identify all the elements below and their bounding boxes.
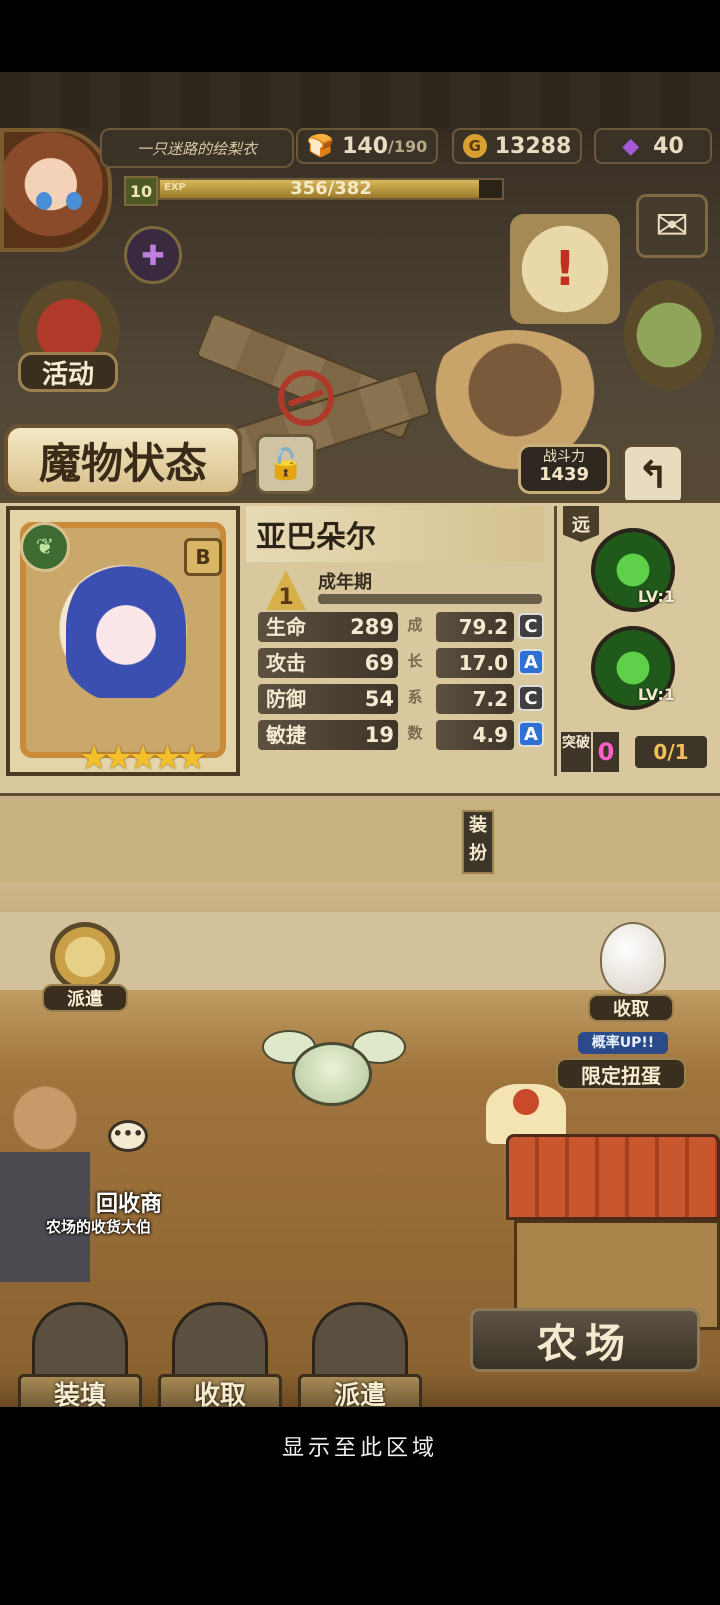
- stamina-value: 140: [342, 133, 389, 159]
- stat-value: 19: [364, 723, 394, 747]
- load-button[interactable]: 装填: [18, 1302, 142, 1407]
- collect-button[interactable]: 收取: [158, 1302, 282, 1407]
- stat-value: 289: [350, 615, 394, 639]
- activity-button[interactable]: 活动: [18, 352, 118, 392]
- display-area-hint: 显示至此区域: [281, 1436, 438, 1461]
- rank-badge: B: [184, 538, 222, 576]
- star-rating: ★★★★★: [78, 738, 207, 778]
- growth-value: 7.2: [436, 684, 514, 714]
- stat-row: 攻击 69 长 17.0 A: [258, 648, 544, 678]
- range-tag: 远: [563, 506, 599, 542]
- battle-power: 战斗力 1439: [518, 444, 610, 494]
- page-title: 魔物状态: [4, 424, 242, 496]
- stat-value: 69: [364, 651, 394, 675]
- bread-icon: 🍞: [306, 133, 335, 159]
- lock-icon: 🔓: [267, 446, 305, 482]
- merchant-name: 回收商: [96, 1192, 163, 1217]
- growth-label-char: 长: [407, 652, 423, 670]
- collect-shortcut-label: 收取: [588, 994, 674, 1022]
- merchant-figure: [0, 1082, 90, 1282]
- dispatch-shortcut-label: 派遣: [42, 984, 128, 1012]
- monster-card[interactable]: ★★★★★ ❦ B: [6, 506, 240, 778]
- exp-bar: EXP 356/382: [158, 178, 504, 200]
- equipment-strip: [0, 800, 720, 882]
- mail-button[interactable]: ✉: [636, 194, 708, 258]
- skill-1-icon[interactable]: LV:1: [591, 528, 675, 612]
- dispatch-button[interactable]: 派遣: [298, 1302, 422, 1407]
- growth-value: 79.2: [436, 612, 514, 642]
- stage-name: 成年期: [318, 572, 372, 593]
- collect-shortcut[interactable]: 收取: [588, 922, 674, 1022]
- top-wood-bar: [0, 72, 720, 128]
- stat-row: 生命 289 成 79.2 C: [258, 612, 544, 642]
- battle-power-value: 1439: [538, 464, 590, 485]
- exp-text: 356/382: [290, 178, 372, 199]
- stat-value: 54: [364, 687, 394, 711]
- load-button-label: 装填: [18, 1374, 142, 1407]
- breakthrough-row: 突破 0 0/1: [561, 732, 711, 772]
- growth-value: 4.9: [436, 720, 514, 750]
- envelope-icon: ✉: [655, 203, 689, 249]
- collect-button-label: 收取: [158, 1374, 282, 1407]
- growth-label-char: 数: [407, 724, 423, 742]
- quest-scroll-button[interactable]: !: [510, 214, 620, 324]
- bag-button[interactable]: [624, 280, 714, 390]
- player-avatar[interactable]: [0, 128, 112, 252]
- monster-portrait: [66, 558, 186, 698]
- stamina-counter: 🍞 140 /190: [296, 128, 438, 164]
- recycle-merchant[interactable]: ••• 回收商 农场的收货大伯: [0, 1082, 180, 1322]
- breakthrough-value: 0: [593, 732, 619, 772]
- breakthrough-count: 0/1: [635, 736, 707, 768]
- no-entry-icon: [278, 370, 334, 426]
- skill-1-level: LV:1: [637, 587, 675, 606]
- stamina-max: /190: [388, 136, 428, 156]
- dispatch-button-label: 派遣: [298, 1374, 422, 1407]
- exclamation-icon: !: [554, 241, 576, 297]
- buy-gem-button[interactable]: ✚: [124, 226, 182, 284]
- growth-grade-badge: C: [518, 685, 544, 711]
- player-level: 10: [124, 176, 158, 206]
- growth-value: 17.0: [436, 648, 514, 678]
- limited-gacha-label: 限定扭蛋: [556, 1058, 686, 1090]
- lock-button[interactable]: 🔓: [256, 434, 316, 494]
- growth-grade-badge: C: [518, 613, 544, 639]
- stat-row: 防御 54 系 7.2 C: [258, 684, 544, 714]
- rate-up-badge: 概率UP!!: [578, 1032, 668, 1054]
- speech-bubble-icon: •••: [108, 1120, 148, 1152]
- growth-label-char: 成: [407, 616, 423, 634]
- stage-progress-bar: [318, 594, 542, 604]
- gold-counter: G 13288: [452, 128, 582, 164]
- farm-tab-button[interactable]: 农场: [470, 1308, 700, 1372]
- skill-panel: 远 LV:1 LV:1 突破 0 0/1: [554, 506, 714, 776]
- purple-gem-icon: ◆: [622, 133, 640, 159]
- limited-gacha-button[interactable]: 概率UP!! 限定扭蛋: [556, 1032, 686, 1092]
- merchant-description: 农场的收货大伯: [46, 1218, 152, 1236]
- battle-power-label: 战斗力: [543, 449, 585, 465]
- dispatch-shortcut[interactable]: 派遣: [42, 922, 128, 1012]
- egg-icon: [600, 922, 666, 996]
- monster-name: 亚巴朵尔: [246, 506, 544, 562]
- barn-roof: [506, 1134, 720, 1220]
- game-screen: 一只迷路的绘梨衣 🍞 140 /190 G 13288 ◆ 40 10 EXP …: [0, 72, 720, 1407]
- dress-up-button[interactable]: 装扮: [462, 810, 494, 874]
- growth-label-char: 系: [407, 688, 423, 706]
- coin-stack-icon: [50, 922, 120, 992]
- skill-2-level: LV:1: [637, 685, 675, 704]
- back-arrow-icon: ↰: [637, 453, 669, 497]
- gem-value: 40: [653, 133, 684, 159]
- gold-coin-icon: G: [462, 134, 487, 158]
- flying-slime-monster[interactable]: [262, 1022, 406, 1112]
- skill-2-icon[interactable]: LV:1: [591, 626, 675, 710]
- gold-value: 13288: [494, 133, 572, 159]
- growth-grade-badge: A: [518, 721, 544, 747]
- breakthrough-label: 突破: [561, 732, 591, 772]
- leaf-element-icon: ❦: [20, 522, 70, 572]
- player-name: 一只迷路的绘梨衣: [100, 128, 294, 168]
- plus-icon: ✚: [141, 238, 165, 272]
- stat-row: 敏捷 19 数 4.9 A: [258, 720, 544, 750]
- gem-counter: ◆ 40: [594, 128, 712, 164]
- back-button[interactable]: ↰: [622, 444, 684, 506]
- growth-grade-badge: A: [518, 649, 544, 675]
